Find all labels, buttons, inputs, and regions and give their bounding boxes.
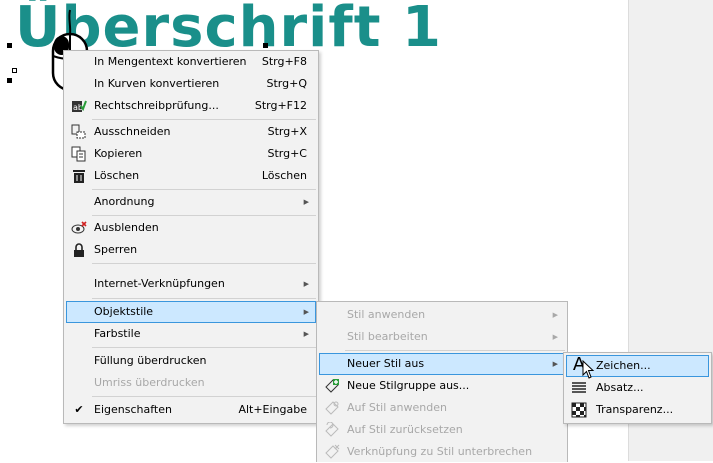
menu-separator: [92, 119, 316, 120]
spellcheck-icon: ab: [71, 98, 87, 114]
menu-item-label: Ausblenden: [94, 221, 159, 234]
menu-item-convert-paragraph-text[interactable]: In Mengentext konvertieren Strg+F8: [66, 51, 316, 73]
break-link-icon: [324, 444, 340, 460]
cut-icon: [71, 124, 87, 140]
hide-icon: [71, 220, 87, 236]
selection-handle-top-right[interactable]: [263, 43, 268, 48]
menu-item-label: Zeichen...: [596, 359, 651, 372]
submenu-item-paragraph[interactable]: Absatz...: [566, 377, 709, 399]
menu-item-object-styles[interactable]: Objektstile ▶: [66, 301, 316, 323]
apply-to-style-icon: [324, 400, 340, 416]
pointer-cursor-icon: [582, 360, 595, 379]
menu-item-internet-links[interactable]: Internet-Verknüpfungen ▶: [66, 273, 316, 295]
menu-item-delete[interactable]: Löschen Löschen: [66, 165, 316, 187]
menu-separator: [92, 347, 316, 348]
menu-item-hide[interactable]: Ausblenden: [66, 217, 316, 239]
menu-separator: [92, 189, 316, 190]
menu-item-cut[interactable]: Ausschneiden Strg+X: [66, 121, 316, 143]
submenu-arrow-icon: ▶: [303, 330, 309, 338]
menu-item-label: Absatz...: [596, 381, 644, 394]
menu-item-shortcut: Alt+Eingabe: [238, 403, 307, 416]
menu-item-shortcut: Strg+F12: [254, 99, 307, 112]
submenu-item-break-link: Verknüpfung zu Stil unterbrechen: [319, 441, 565, 463]
checkmark-icon: ✔: [74, 403, 84, 416]
menu-item-label: In Kurven konvertieren: [94, 77, 220, 90]
menu-item-lock[interactable]: Sperren: [66, 239, 316, 261]
submenu-item-apply-to-style: Auf Stil anwenden: [319, 397, 565, 419]
menu-item-label: In Mengentext konvertieren: [94, 55, 247, 68]
menu-item-label: Farbstile: [94, 327, 141, 340]
menu-separator: [92, 215, 316, 216]
menu-item-properties[interactable]: ✔ Eigenschaften Alt+Eingabe: [66, 399, 316, 421]
menu-item-label: Kopieren: [94, 147, 143, 160]
menu-item-label: Ausschneiden: [94, 125, 171, 138]
submenu-item-new-style-from[interactable]: Neuer Stil aus ▶: [319, 353, 565, 375]
context-menu: In Mengentext konvertieren Strg+F8 In Ku…: [63, 50, 319, 424]
submenu-arrow-icon: ▶: [303, 308, 309, 316]
text-node-handle[interactable]: [12, 68, 17, 73]
menu-item-overprint-fill[interactable]: Füllung überdrucken: [66, 350, 316, 372]
menu-item-label: Sperren: [94, 243, 138, 256]
submenu-arrow-icon: ▶: [552, 360, 558, 368]
submenu-item-apply-style: Stil anwenden ▶: [319, 304, 565, 326]
submenu-item-revert-style: Auf Stil zurücksetzen: [319, 419, 565, 441]
menu-item-label: Rechtschreibprüfung...: [94, 99, 219, 112]
selection-handle-bottom-left[interactable]: [7, 78, 12, 83]
menu-item-arrange[interactable]: Anordnung ▶: [66, 191, 316, 213]
submenu-arrow-icon: ▶: [303, 198, 309, 206]
menu-item-shortcut: Strg+Q: [266, 77, 307, 90]
menu-item-label: Füllung überdrucken: [94, 354, 207, 367]
submenu-arrow-icon: ▶: [303, 280, 309, 288]
transparency-style-icon: [571, 402, 587, 418]
menu-item-spellcheck[interactable]: ab Rechtschreibprüfung... Strg+F12: [66, 95, 316, 117]
submenu-arrow-icon: ▶: [552, 333, 558, 341]
menu-item-label: Eigenschaften: [94, 403, 172, 416]
menu-item-label: Verknüpfung zu Stil unterbrechen: [347, 445, 533, 458]
menu-item-label: Löschen: [94, 169, 140, 182]
paragraph-style-icon: [571, 380, 587, 396]
object-styles-submenu: Stil anwenden ▶ Stil bearbeiten ▶ Neuer …: [316, 301, 568, 462]
lock-icon: [71, 242, 87, 258]
menu-item-label: Neue Stilgruppe aus...: [347, 379, 470, 392]
submenu-arrow-icon: ▶: [552, 311, 558, 319]
menu-item-label: Neuer Stil aus: [347, 357, 425, 370]
submenu-item-transparency[interactable]: Transparenz...: [566, 399, 709, 421]
menu-item-copy[interactable]: Kopieren Strg+C: [66, 143, 316, 165]
menu-item-shortcut: Löschen: [261, 169, 307, 182]
copy-icon: [71, 146, 87, 162]
menu-item-label: Stil anwenden: [347, 308, 426, 321]
menu-separator: [92, 263, 316, 264]
menu-item-label: Auf Stil zurücksetzen: [347, 423, 463, 436]
menu-item-overprint-outline: Umriss überdrucken: [66, 372, 316, 394]
menu-item-convert-curves[interactable]: In Kurven konvertieren Strg+Q: [66, 73, 316, 95]
new-style-group-icon: [324, 378, 340, 394]
menu-item-label: Auf Stil anwenden: [347, 401, 447, 414]
menu-item-label: Umriss überdrucken: [94, 376, 205, 389]
menu-item-shortcut: Strg+C: [267, 147, 307, 160]
submenu-item-new-style-group[interactable]: Neue Stilgruppe aus...: [319, 375, 565, 397]
menu-separator: [92, 298, 316, 299]
menu-item-label: Anordnung: [94, 195, 155, 208]
menu-item-label: Objektstile: [94, 305, 154, 318]
menu-item-shortcut: Strg+F8: [261, 55, 307, 68]
menu-separator: [92, 396, 316, 397]
menu-item-label: Internet-Verknüpfungen: [94, 277, 225, 290]
menu-separator: [345, 350, 565, 351]
menu-item-label: Stil bearbeiten: [347, 330, 428, 343]
submenu-item-edit-style: Stil bearbeiten ▶: [319, 326, 565, 348]
revert-style-icon: [324, 422, 340, 438]
trash-icon: [71, 168, 87, 184]
selection-handle-top-left[interactable]: [7, 43, 12, 48]
menu-item-color-styles[interactable]: Farbstile ▶: [66, 323, 316, 345]
menu-item-shortcut: Strg+X: [267, 125, 307, 138]
menu-item-label: Transparenz...: [596, 403, 674, 416]
